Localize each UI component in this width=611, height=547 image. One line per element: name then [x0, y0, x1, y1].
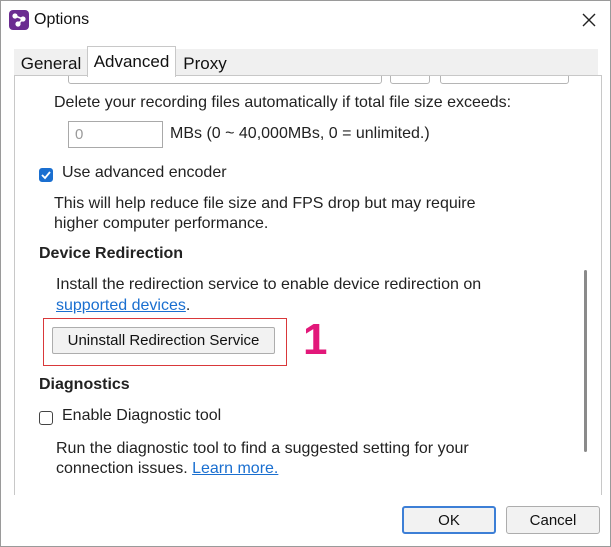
partial-control[interactable] — [390, 76, 430, 84]
tab-proxy[interactable]: Proxy — [176, 51, 234, 75]
checkmark-icon — [41, 171, 51, 180]
scrollbar-thumb[interactable] — [584, 270, 587, 452]
diagnostics-description-line1: Run the diagnostic tool to find a sugges… — [56, 440, 469, 457]
auto-delete-label: Delete your recording files automaticall… — [54, 94, 512, 111]
size-hint: MBs (0 ~ 40,000MBs, 0 = unlimited.) — [170, 125, 430, 142]
title-bar: Options — [1, 1, 610, 41]
diagnostics-description-line2: connection issues. Learn more. — [56, 460, 278, 478]
app-logo-icon — [9, 10, 29, 30]
diagnostic-tool-checkbox[interactable] — [39, 411, 53, 425]
encoder-description-line1: This will help reduce file size and FPS … — [54, 195, 476, 212]
link-suffix: . — [185, 297, 191, 314]
uninstall-redirection-button[interactable]: Uninstall Redirection Service — [52, 327, 275, 354]
close-icon — [582, 13, 596, 27]
max-size-input[interactable]: 0 — [68, 121, 163, 148]
supported-devices-link[interactable]: supported devices — [56, 297, 186, 314]
ok-button[interactable]: OK — [402, 506, 496, 534]
tab-advanced[interactable]: Advanced — [87, 46, 176, 77]
close-button[interactable] — [569, 1, 609, 39]
annotation-marker: 1 — [303, 315, 328, 364]
diagnostics-heading: Diagnostics — [39, 376, 130, 393]
cancel-button[interactable]: Cancel — [506, 506, 600, 534]
window-title: Options — [34, 11, 90, 28]
advanced-tab-panel: Delete your recording files automaticall… — [14, 75, 602, 496]
partial-control[interactable] — [440, 76, 569, 84]
device-redirection-heading: Device Redirection — [39, 245, 184, 262]
diagnostics-text: connection issues. — [56, 460, 188, 477]
tab-general[interactable]: General — [14, 51, 88, 75]
advanced-encoder-label: Use advanced encoder — [62, 164, 227, 181]
supported-devices-line: supported devices. — [56, 297, 190, 315]
options-dialog: Options General Advanced Proxy Delete yo… — [0, 0, 611, 547]
diagnostic-tool-label: Enable Diagnostic tool — [62, 407, 222, 424]
redirection-description: Install the redirection service to enabl… — [56, 276, 482, 293]
learn-more-link[interactable]: Learn more. — [192, 460, 278, 477]
advanced-encoder-checkbox[interactable] — [39, 168, 53, 182]
encoder-description-line2: higher computer performance. — [54, 215, 269, 232]
